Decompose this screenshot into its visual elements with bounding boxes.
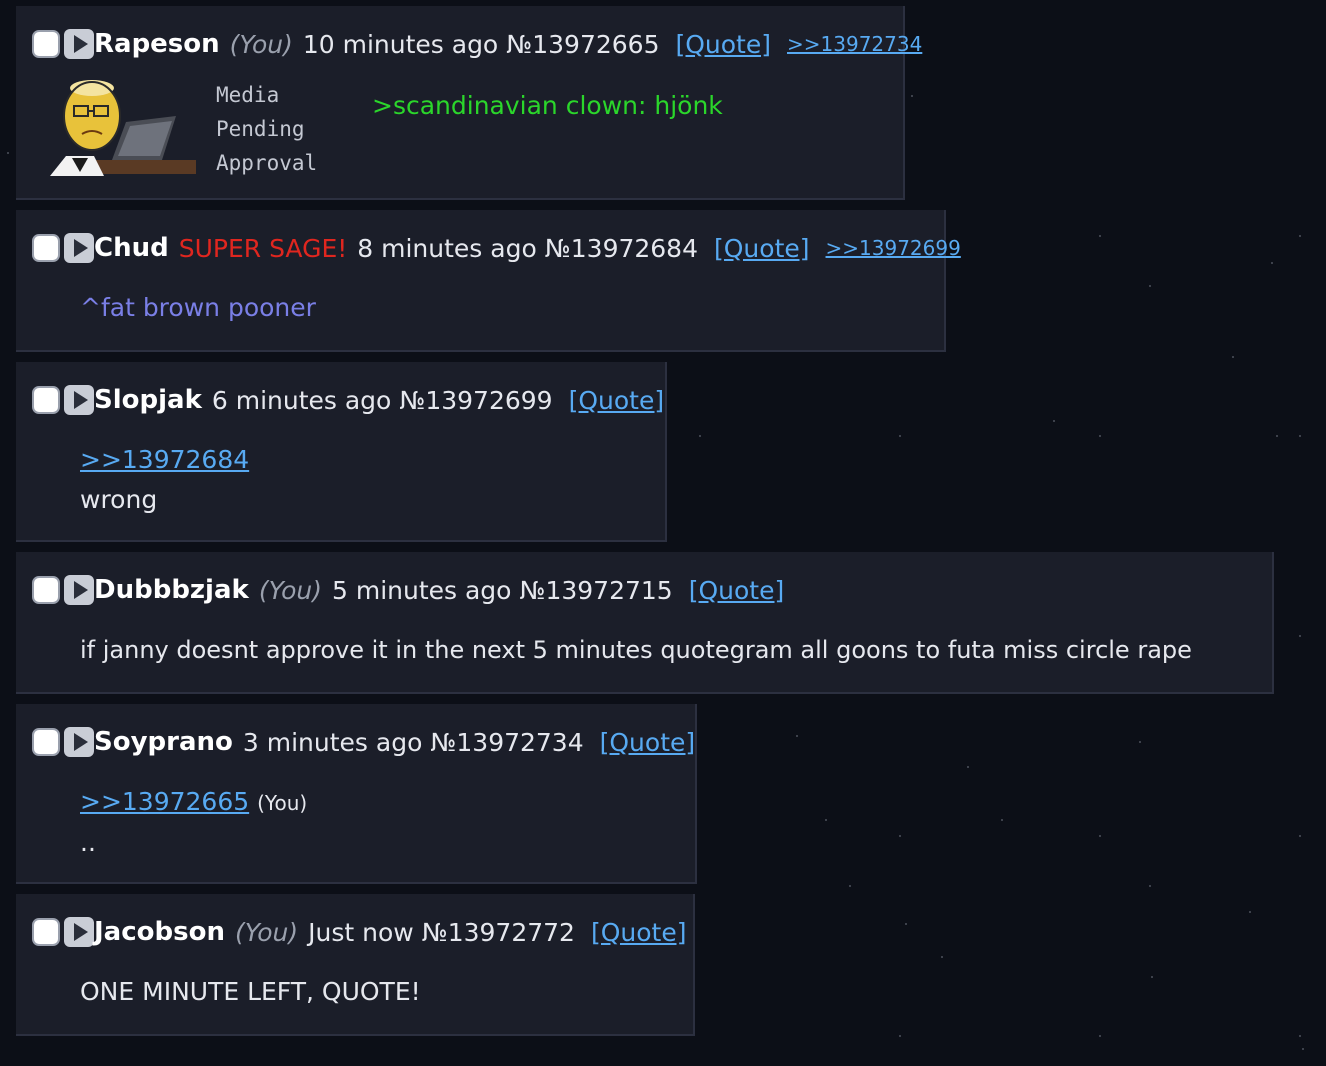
post-header: Dubbbzjak (You) 5 minutes ago №13972715 … — [32, 570, 800, 610]
post-13972699: Slopjak 6 minutes ago №13972699 [Quote] … — [16, 362, 667, 542]
post-body: ^fat brown pooner — [80, 288, 316, 328]
poster-name: Jacobson — [94, 917, 225, 947]
poster-name: Slopjak — [94, 385, 202, 415]
quote-button[interactable]: [Quote] — [569, 386, 665, 415]
media-label-line: Pending — [216, 117, 305, 141]
post-13972734: Soyprano 3 minutes ago №13972734 [Quote]… — [16, 704, 697, 884]
post-select-checkbox[interactable] — [32, 576, 60, 604]
quote-button[interactable]: [Quote] — [714, 234, 810, 263]
post-select-checkbox[interactable] — [32, 918, 60, 946]
you-tag: (You) — [229, 29, 293, 59]
post-time: 8 minutes ago — [357, 233, 537, 263]
post-text: .. — [80, 828, 96, 857]
expand-arrow-icon[interactable] — [64, 917, 94, 947]
post-select-checkbox[interactable] — [32, 728, 60, 756]
post-header: Soyprano 3 minutes ago №13972734 [Quote] — [32, 722, 711, 762]
greentext-line: >scandinavian clown: hjönk — [372, 91, 723, 120]
post-time: 10 minutes ago — [302, 29, 499, 59]
post-select-checkbox[interactable] — [32, 386, 60, 414]
sage-tag: SUPER SAGE! — [178, 233, 348, 263]
post-body: >>13972665 (You) .. — [80, 782, 307, 863]
you-tag: (You) — [234, 917, 299, 947]
backlink[interactable]: >>13972734 — [787, 32, 922, 56]
media-label-line: Approval — [216, 151, 318, 175]
you-tag: (You) — [257, 791, 308, 815]
post-number[interactable]: №13972772 — [422, 918, 575, 947]
media-pending-label: Media Pending Approval — [216, 78, 317, 180]
post-time: 3 minutes ago — [242, 727, 423, 757]
post-body: >>13972684 wrong — [80, 440, 249, 520]
expand-arrow-icon[interactable] — [64, 233, 94, 263]
poster-name: Dubbbzjak — [94, 575, 249, 605]
expand-arrow-icon[interactable] — [64, 575, 94, 605]
you-tag: (You) — [258, 575, 322, 605]
wojak-computer-icon — [50, 80, 196, 176]
post-select-checkbox[interactable] — [32, 30, 60, 58]
quote-button[interactable]: [Quote] — [689, 576, 785, 605]
post-header: Rapeson (You) 10 minutes ago №13972665 [… — [32, 24, 922, 64]
post-13972684: Chud SUPER SAGE! 8 minutes ago №13972684… — [16, 210, 961, 352]
quote-button[interactable]: [Quote] — [675, 30, 771, 59]
post-text: if janny doesnt approve it in the next 5… — [80, 636, 1192, 664]
post-body: if janny doesnt approve it in the next 5… — [80, 630, 1192, 670]
media-pending-thumbnail[interactable]: Media Pending Approval — [46, 76, 326, 188]
reply-link[interactable]: >>13972665 — [80, 787, 249, 816]
poster-name: Chud — [94, 233, 169, 263]
post-time: Just now — [308, 917, 414, 947]
post-text: wrong — [80, 485, 158, 514]
expand-arrow-icon[interactable] — [64, 29, 94, 59]
post-select-checkbox[interactable] — [32, 234, 60, 262]
post-number[interactable]: №13972699 — [399, 386, 552, 415]
post-number[interactable]: №13972734 — [430, 728, 583, 757]
post-13972772: Jacobson (You) Just now №13972772 [Quote… — [16, 894, 695, 1036]
backlink[interactable]: >>13972699 — [826, 236, 961, 260]
post-time: 5 minutes ago — [331, 575, 512, 605]
reply-link[interactable]: >>13972684 — [80, 445, 249, 474]
post-time: 6 minutes ago — [211, 385, 392, 415]
post-header: Jacobson (You) Just now №13972772 [Quote… — [32, 912, 702, 952]
poster-name: Soyprano — [94, 727, 233, 757]
post-13972665: Rapeson (You) 10 minutes ago №13972665 [… — [16, 6, 922, 200]
post-number[interactable]: №13972684 — [545, 234, 698, 263]
media-label-line: Media — [216, 83, 280, 107]
expand-arrow-icon[interactable] — [64, 727, 94, 757]
post-header: Slopjak 6 minutes ago №13972699 [Quote] — [32, 380, 680, 420]
expand-arrow-icon[interactable] — [64, 385, 94, 415]
post-text: ONE MINUTE LEFT, QUOTE! — [80, 977, 421, 1006]
post-body: >scandinavian clown: hjönk — [372, 86, 723, 126]
quote-button[interactable]: [Quote] — [591, 918, 687, 947]
post-header: Chud SUPER SAGE! 8 minutes ago №13972684… — [32, 228, 961, 268]
post-13972715: Dubbbzjak (You) 5 minutes ago №13972715 … — [16, 552, 1274, 694]
post-text: ^fat brown pooner — [80, 293, 316, 322]
quote-button[interactable]: [Quote] — [600, 728, 696, 757]
post-number[interactable]: №13972665 — [506, 30, 659, 59]
post-body: ONE MINUTE LEFT, QUOTE! — [80, 972, 421, 1012]
poster-name: Rapeson — [94, 29, 220, 59]
post-number[interactable]: №13972715 — [519, 576, 672, 605]
